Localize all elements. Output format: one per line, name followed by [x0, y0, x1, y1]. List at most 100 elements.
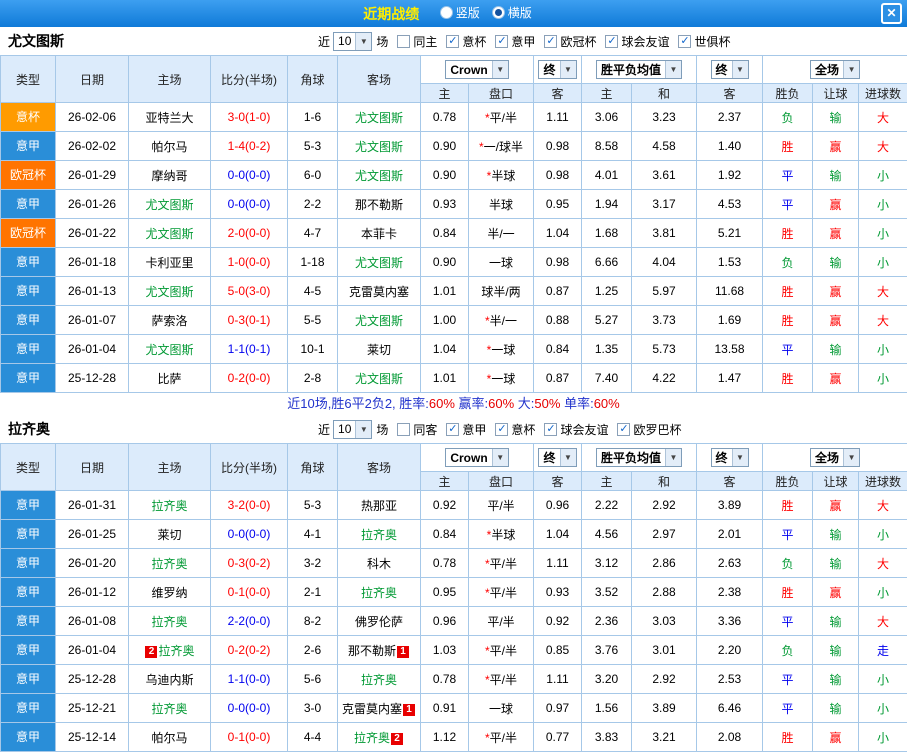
filter-checkbox-item[interactable]: 同客	[397, 421, 437, 438]
team-label: 尤文图斯	[145, 284, 194, 299]
avg-draw-odds-cell: 3.61	[630, 160, 698, 190]
avg-odds-select[interactable]: 胜平负均值 ▼	[596, 60, 683, 79]
games-count-select[interactable]: 10 ▼	[333, 31, 373, 51]
col-header-type: 类型	[0, 443, 56, 491]
layout-radio-option[interactable]: 竖版	[439, 4, 480, 21]
avg-home-odds-cell: 5.27	[581, 305, 632, 335]
result-cell: 胜	[762, 577, 814, 607]
odds-time-select[interactable]: 终 ▼	[538, 60, 577, 79]
filter-checkbox-item[interactable]: ✓ 欧罗巴杯	[617, 421, 681, 438]
radio-icon	[439, 5, 453, 19]
avg-time-select[interactable]: 终 ▼	[710, 60, 749, 79]
away-team-cell: 尤文图斯	[337, 247, 421, 277]
result-cell: 平	[762, 334, 814, 364]
team-label: 莱切	[366, 342, 391, 357]
team-label: 卡利亚里	[145, 255, 194, 270]
team-label: 尤文图斯	[354, 139, 403, 154]
avg-home-odds-cell: 3.83	[581, 722, 632, 752]
col-header-home: 主场	[128, 443, 211, 491]
avg-odds-select[interactable]: 胜平负均值 ▼	[596, 448, 683, 467]
handicap-result-cell: 输	[812, 635, 860, 665]
avg-away-odds-cell: 1.47	[696, 363, 764, 393]
league-badge: 意甲	[1, 578, 55, 606]
favorite-star-icon: *	[486, 168, 492, 183]
near-label: 近	[318, 422, 331, 437]
summary-segment: 60%	[593, 396, 620, 411]
col-header-handicap: 让球	[812, 83, 860, 103]
filter-checkbox-item[interactable]: ✓ 意甲	[495, 33, 535, 50]
score-cell: 2-2(0-0)	[210, 606, 288, 636]
avg-home-odds-cell: 3.52	[581, 577, 632, 607]
favorite-star-icon: *	[486, 342, 492, 357]
scope-select[interactable]: 全场 ▼	[810, 448, 861, 467]
league-badge: 意杯	[1, 103, 55, 131]
filter-checkbox-item[interactable]: ✓ 球会友谊	[605, 33, 669, 50]
filter-checkbox-item[interactable]: ✓ 意杯	[495, 421, 535, 438]
corners-cell: 5-5	[287, 305, 338, 335]
avg-away-odds-cell: 1.92	[696, 160, 764, 190]
matches-tbody: 意甲 26-01-31 拉齐奥 3-2(0-0) 5-3 热那亚 0.92 平/半 0.96 2.…	[0, 490, 907, 752]
date-cell: 25-12-28	[55, 664, 129, 694]
odds-time-select[interactable]: 终 ▼	[538, 448, 577, 467]
hc-home-odds-cell: 0.78	[420, 664, 469, 694]
corners-cell: 2-8	[287, 363, 338, 393]
chevron-down-icon: ▼	[843, 449, 860, 466]
hc-line-cell: *平/半	[468, 722, 534, 752]
league-badge: 欧冠杯	[1, 219, 55, 247]
hc-away-odds-cell: 1.04	[533, 218, 582, 248]
filter-checkbox-item[interactable]: ✓ 欧冠杯	[544, 33, 596, 50]
filter-checkbox-item[interactable]: ✓ 世俱杯	[678, 33, 730, 50]
summary-segment: 60%	[488, 396, 515, 411]
goals-result-cell: 小	[858, 693, 907, 723]
col-header-goals: 进球数	[858, 83, 907, 103]
hc-home-odds-cell: 1.03	[420, 635, 469, 665]
home-team-cell: 拉齐奥	[128, 490, 211, 520]
filter-checkbox-item[interactable]: ✓ 意杯	[446, 33, 486, 50]
team-label: 尤文图斯	[145, 342, 194, 357]
handicap-result-cell: 赢	[812, 189, 860, 219]
hc-line-cell: 半/一	[468, 218, 534, 248]
away-team-cell: 拉齐奥 2	[337, 722, 421, 752]
checkbox-label: 意甲	[462, 422, 487, 437]
home-team-cell: 比萨	[128, 363, 211, 393]
avg-draw-odds-cell: 3.89	[630, 693, 698, 723]
date-cell: 26-02-02	[55, 131, 129, 161]
league-cell: 欧冠杯	[0, 218, 56, 248]
hc-away-odds-cell: 0.98	[533, 247, 582, 277]
league-cell: 意甲	[0, 548, 56, 578]
goals-result-cell: 走	[858, 635, 907, 665]
avg-home-odds-cell: 1.25	[581, 276, 632, 306]
league-cell: 意甲	[0, 722, 56, 752]
checkbox-checked-icon: ✓	[446, 34, 460, 48]
checkbox-unchecked-icon	[397, 422, 411, 436]
filter-checkbox-item[interactable]: ✓ 球会友谊	[544, 421, 608, 438]
avg-home-odds-cell: 4.01	[581, 160, 632, 190]
filter-checkbox-item[interactable]: 同主	[397, 33, 437, 50]
odds-company-select[interactable]: Crown ▼	[445, 60, 509, 79]
goals-result-cell: 小	[858, 247, 907, 277]
result-cell: 平	[762, 160, 814, 190]
avg-draw-odds-cell: 3.17	[630, 189, 698, 219]
hc-away-odds-cell: 0.85	[533, 635, 582, 665]
home-team-cell: 亚特兰大	[128, 102, 211, 132]
match-row: 意甲 25-12-21 拉齐奥 0-0(0-0) 3-0 克雷莫内塞 1 0.91 一球 0.97…	[0, 693, 907, 723]
col-header-avg-home: 主	[581, 83, 632, 103]
scope-select[interactable]: 全场 ▼	[810, 60, 861, 79]
col-header-corners: 角球	[287, 443, 338, 491]
summary-segment: 近10场,胜6平2负2, 胜率:	[287, 396, 429, 411]
filter-checkbox-item[interactable]: ✓ 意甲	[446, 421, 486, 438]
summary-line: 近10场,胜6平2负2, 胜率:60% 赢率:60% 大:50% 单率:60%	[0, 393, 907, 415]
avg-draw-odds-cell: 2.92	[630, 490, 698, 520]
close-button[interactable]: ✕	[881, 3, 902, 24]
checkbox-checked-icon: ✓	[495, 422, 509, 436]
avg-time-select[interactable]: 终 ▼	[710, 448, 749, 467]
layout-radio-selected[interactable]: 横版	[491, 4, 532, 21]
home-team-cell: 2 拉齐奥	[128, 635, 211, 665]
date-cell: 26-01-31	[55, 490, 129, 520]
games-count-select[interactable]: 10 ▼	[333, 419, 373, 439]
team-label: 萨索洛	[151, 313, 188, 328]
hc-line-cell: *半球	[468, 160, 534, 190]
odds-company-select[interactable]: Crown ▼	[445, 448, 509, 467]
checkbox-checked-icon: ✓	[617, 422, 631, 436]
league-filter-checkboxes: 同主 ✓ 意杯 ✓ 意甲 ✓ 欧冠杯 ✓ 球会友谊 ✓ 世俱杯	[388, 33, 730, 50]
